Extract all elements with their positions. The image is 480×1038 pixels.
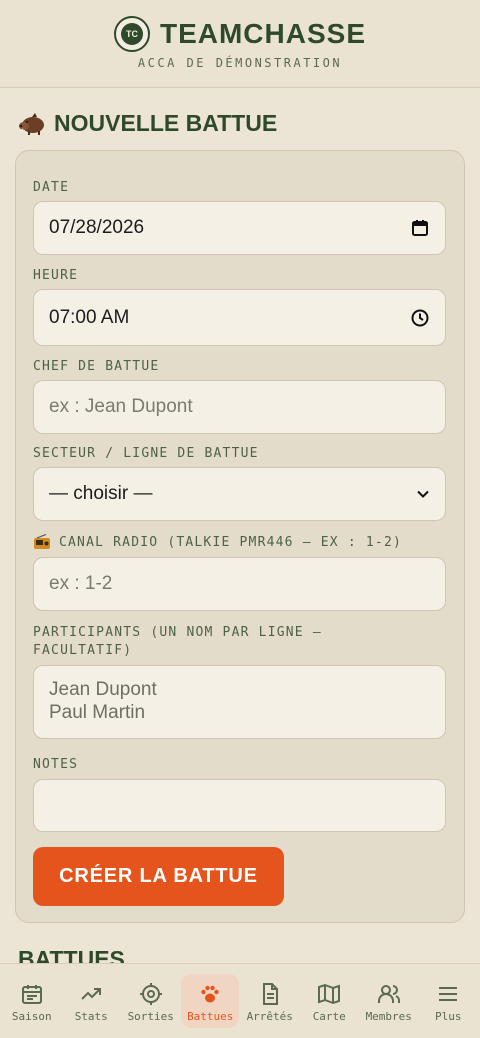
- participants-placeholder-1: Jean Dupont: [49, 679, 157, 700]
- date-input[interactable]: 07/28/2026: [33, 201, 446, 255]
- nav-label: Saison: [11, 1010, 52, 1023]
- create-battue-button[interactable]: CRÉER LA BATTUE: [33, 847, 284, 906]
- nav-item-arretes[interactable]: Arrêtés: [241, 974, 299, 1028]
- chevron-down-icon: [417, 490, 429, 498]
- chef-placeholder: ex : Jean Dupont: [49, 396, 193, 417]
- participants-placeholder-2: Paul Martin: [49, 702, 146, 723]
- secteur-selected: — choisir —: [49, 483, 153, 504]
- menu-icon: [439, 987, 458, 1001]
- logo: TC: [113, 16, 150, 52]
- radio-input[interactable]: ex : 1-2: [33, 557, 446, 611]
- nav-label: Plus: [435, 1010, 462, 1023]
- participants-label: PARTICIPANTS (UN NOM PAR LIGNE — FACULTA…: [33, 624, 322, 660]
- calendar-icon: [21, 985, 42, 1004]
- brand: TC TEAMCHASSE: [0, 16, 480, 52]
- participants-textarea[interactable]: Jean Dupont Paul Martin: [33, 665, 446, 739]
- secteur-select[interactable]: — choisir —: [33, 467, 446, 521]
- trend-icon: [81, 988, 102, 1000]
- nav-item-sorties[interactable]: Sorties: [122, 974, 180, 1028]
- time-value: 07:00 AM: [49, 306, 130, 328]
- app-header: TC TEAMCHASSE ACCA DE DÉMONSTRATION: [0, 0, 480, 88]
- radio-label: CANAL RADIO (TALKIE PMR446 — EX : 1-2): [33, 534, 402, 550]
- time-label: HEURE: [33, 268, 79, 283]
- participants-label-line2: FACULTATIF): [33, 643, 133, 658]
- logo-badge: TC: [120, 23, 143, 45]
- boar-icon: [19, 112, 44, 135]
- nav-item-saison[interactable]: Saison: [3, 974, 61, 1028]
- nav-item-plus[interactable]: Plus: [419, 974, 477, 1028]
- nav-label: Carte: [312, 1010, 346, 1023]
- app-title: TEAMCHASSE: [159, 18, 366, 49]
- chef-label: CHEF DE BATTUE: [33, 359, 160, 374]
- users-icon: [377, 985, 400, 1003]
- chef-input[interactable]: ex : Jean Dupont: [33, 380, 446, 434]
- date-label: DATE: [33, 180, 70, 195]
- time-input[interactable]: 07:00 AM: [33, 289, 446, 346]
- app-subtitle: ACCA DE DÉMONSTRATION: [137, 56, 343, 70]
- clock-icon[interactable]: [410, 308, 430, 328]
- nav-item-battues[interactable]: Battues: [181, 974, 240, 1028]
- nav-item-stats[interactable]: Stats: [62, 974, 120, 1028]
- form-heading: NOUVELLE BATTUE: [18, 110, 277, 137]
- form-title: NOUVELLE BATTUE: [54, 110, 278, 136]
- nav-label: Stats: [74, 1010, 108, 1023]
- date-value: 07/28/2026: [49, 217, 145, 238]
- document-icon: [262, 983, 278, 1005]
- calendar-picker-icon[interactable]: [410, 218, 430, 238]
- nav-label: Sorties: [127, 1010, 174, 1023]
- participants-label-line1: PARTICIPANTS (UN NOM PAR LIGNE —: [33, 625, 322, 640]
- radio-icon: [34, 534, 50, 549]
- notes-input[interactable]: [33, 779, 446, 832]
- nav-item-carte[interactable]: Carte: [300, 974, 358, 1028]
- nav-label: Membres: [365, 1010, 412, 1023]
- radio-label-text: CANAL RADIO (TALKIE PMR446 — EX : 1-2): [59, 534, 403, 550]
- paw-icon: [201, 985, 219, 1003]
- nav-label: Arrêtés: [246, 1010, 293, 1023]
- radio-placeholder: ex : 1-2: [49, 573, 113, 594]
- secteur-label: SECTEUR / LIGNE DE BATTUE: [33, 446, 259, 461]
- map-icon: [318, 983, 341, 1005]
- bottom-nav: Saison Stats Sorties Battues Arrêtés Car…: [0, 963, 480, 1038]
- crosshair-icon: [139, 983, 162, 1005]
- nav-item-membres[interactable]: Membres: [360, 974, 418, 1028]
- nav-label: Battues: [187, 1010, 234, 1023]
- notes-label: NOTES: [33, 757, 79, 772]
